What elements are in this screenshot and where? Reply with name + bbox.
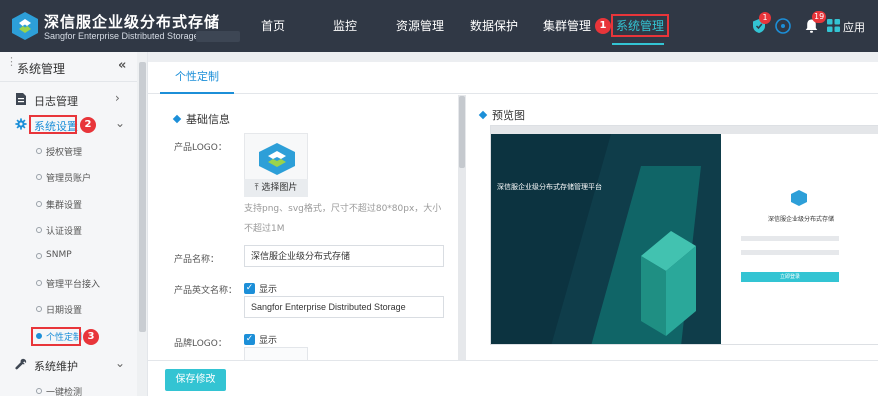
gear-icon [15, 118, 27, 130]
sidebar-subitem-one-click-check[interactable]: 一键检测 [0, 382, 137, 396]
subitem-label: 一键检测 [46, 388, 83, 396]
product-name-input[interactable]: 深信服企业级分布式存储 [244, 245, 444, 267]
top-navigation-bar: 深信服企业级分布式存储 Sangfor Enterprise Distribut… [0, 0, 878, 52]
brand-logo-label: 品牌LOGO： [174, 339, 227, 349]
sidebar-item-label: 系统维护 [34, 360, 78, 373]
product-english-name-label: 产品英文名称： [174, 286, 238, 296]
sidebar-subitem-snmp[interactable]: SNMP [0, 247, 137, 267]
section-title-text: 预览图 [492, 109, 525, 122]
tab-customization[interactable]: 个性定制 [160, 62, 234, 94]
subitem-label: 授权管理 [46, 148, 83, 158]
sidebar-header: ⋮ 系统管理 « [0, 52, 137, 82]
subitem-label: 管理员账户 [46, 174, 92, 184]
bullet-icon [36, 280, 42, 286]
sidebar-subitem-cluster-settings[interactable]: 集群设置 [0, 195, 137, 215]
active-nav-underline [612, 43, 664, 45]
basic-info-panel: 基础信息 产品LOGO： ⤒ 选择图片 支持png、svg格式，尺寸不超过80*… [158, 95, 454, 360]
show-brand-logo-checkbox[interactable]: ✓ [244, 334, 255, 345]
nav-resource-management[interactable]: 资源管理 [396, 17, 444, 34]
step-badge-2: 2 [80, 117, 96, 133]
preview-banner-title: 深信服企业级分布式存储管理平台 [497, 183, 602, 191]
apps-label[interactable]: 应用 [843, 19, 865, 35]
subitem-label: 管理平台接入 [46, 280, 101, 290]
sidebar-subitem-platform-access[interactable]: 管理平台接入 [0, 274, 137, 294]
subitem-label: SNMP [46, 250, 72, 260]
bullet-icon [36, 306, 42, 312]
collapse-icon[interactable]: « [118, 58, 126, 73]
upload-hint: 支持png、svg格式，尺寸不超过80*80px，大小不超过1M [244, 204, 442, 234]
blurred-version-text [196, 31, 240, 42]
product-english-name-input[interactable]: Sangfor Enterprise Distributed Storage [244, 296, 444, 318]
preview-image: 深信服企业级分布式存储管理平台 深信服企业级分布式存储 立即登录 [490, 125, 878, 345]
diamond-icon [172, 114, 182, 124]
product-logo-label: 产品LOGO： [174, 143, 227, 153]
preview-panel: 预览图 深信服企业级分布式存储管理平台 深信服企业级分布式存储 立即登录 [472, 95, 878, 360]
sidebar-title: 系统管理 [17, 62, 66, 76]
help-icon[interactable] [775, 18, 791, 34]
tab-bar: 个性定制 [148, 62, 878, 94]
shield-alert-count: 1 [759, 12, 771, 24]
bullet-icon [36, 148, 42, 154]
subitem-label: 日期设置 [46, 306, 83, 316]
sangfor-logo-icon [259, 143, 295, 175]
step-badge-1: 1 [595, 18, 611, 34]
diamond-icon [478, 110, 488, 120]
chevron-right-icon: › [115, 91, 120, 105]
brand-name: 深信服企业级分布式存储 [44, 13, 221, 31]
sidebar-item-log-management[interactable]: 日志管理 › [0, 89, 137, 111]
sidebar-subitem-license[interactable]: 授权管理 [0, 142, 137, 162]
bullet-icon [36, 227, 42, 233]
nav-home[interactable]: 首页 [261, 17, 285, 34]
sidebar-item-system-maintenance[interactable]: 系统维护 ⌄ [0, 354, 137, 376]
upload-image-button[interactable]: ⤒ 选择图片 [244, 179, 308, 197]
subitem-label: 认证设置 [46, 227, 83, 237]
nav-data-protection[interactable]: 数据保护 [470, 17, 518, 34]
sidebar-subitem-auth-settings[interactable]: 认证设置 [0, 221, 137, 241]
bullet-icon [36, 388, 42, 394]
upload-label: 选择图片 [261, 183, 298, 193]
sidebar-subitem-date-settings[interactable]: 日期设置 [0, 300, 137, 320]
step-badge-3: 3 [83, 329, 99, 345]
drag-handle-icon: ⋮ [6, 55, 17, 68]
apps-grid-icon[interactable] [827, 19, 840, 32]
bullet-icon [36, 201, 42, 207]
document-icon [16, 93, 26, 105]
footer-bar: 保存修改 [148, 360, 878, 396]
preview-login-button: 立即登录 [779, 274, 800, 280]
brand-logo-preview [244, 347, 308, 360]
login-page-preview-graphic [491, 126, 878, 344]
product-name-label: 产品名称： [174, 255, 220, 265]
brand-english-name: Sangfor Enterprise Distributed Storage [44, 31, 199, 41]
nav-system-management[interactable]: 系统管理 [611, 14, 670, 37]
nav-monitor[interactable]: 监控 [333, 17, 357, 34]
show-brand-logo-label: 显示 [259, 336, 278, 346]
section-title-text: 基础信息 [186, 113, 230, 126]
sidebar-subitem-admin-accounts[interactable]: 管理员账户 [0, 168, 137, 188]
show-english-name-label: 显示 [259, 285, 278, 295]
preview-title: 预览图 [478, 107, 525, 123]
content-top-gutter [148, 52, 878, 62]
bullet-icon [36, 174, 42, 180]
show-english-name-checkbox[interactable]: ✓ [244, 283, 255, 294]
chevron-down-icon: ⌄ [115, 356, 126, 370]
preview-login-title: 深信服企业级分布式存储 [767, 216, 834, 223]
sidebar-item-label: 日志管理 [34, 95, 78, 108]
basic-info-title: 基础信息 [172, 111, 230, 127]
sidebar: ⋮ 系统管理 « 日志管理 › 系统设置 ⌄ 2 授权管理 管理员账户 集群设置… [0, 52, 148, 396]
bell-alert-count: 19 [812, 11, 827, 23]
form-scrollbar-thumb[interactable] [459, 96, 465, 168]
save-button[interactable]: 保存修改 [165, 369, 226, 391]
annotation-box [29, 115, 77, 134]
subitem-label: 集群设置 [46, 201, 83, 211]
bullet-icon [36, 253, 42, 259]
chevron-down-icon: ⌄ [115, 116, 126, 130]
nav-cluster-management[interactable]: 集群管理 [543, 17, 591, 34]
annotation-box [31, 327, 81, 346]
sidebar-scrollbar-thumb[interactable] [139, 62, 146, 332]
wrench-icon [15, 358, 27, 370]
sangfor-logo-icon [12, 12, 38, 40]
